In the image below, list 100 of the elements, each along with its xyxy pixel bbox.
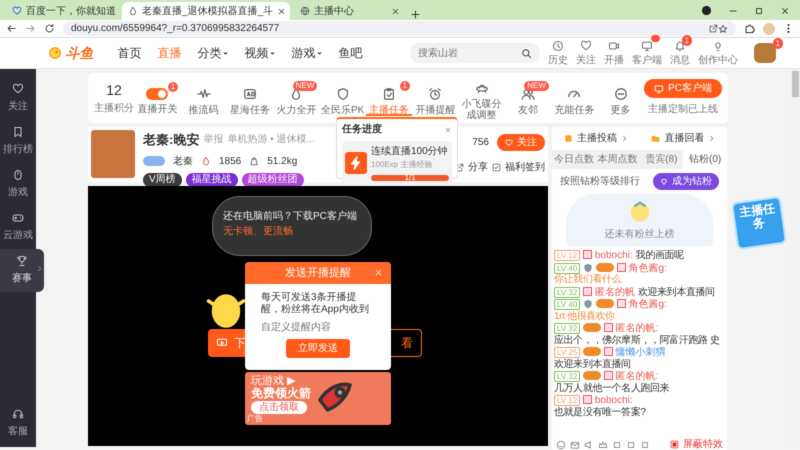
- task-name: 连续直播100分钟: [371, 144, 449, 159]
- level-tag: LV 12: [554, 395, 580, 406]
- nav-link[interactable]: 游戏: [292, 44, 322, 62]
- level-tag: LV 40: [554, 299, 580, 310]
- panel-link[interactable]: 主播投稿: [564, 131, 628, 146]
- toolbar-item[interactable]: 充能任务: [551, 80, 598, 116]
- nav-link[interactable]: 视频: [244, 44, 276, 62]
- toolbar-item[interactable]: 更多: [598, 80, 644, 116]
- level-tag: LV 32: [554, 286, 580, 298]
- host-name: 老秦: [173, 154, 193, 168]
- message-text: 应出个，，佛尔摩斯，，阿富汗跑路 史: [554, 334, 720, 346]
- panel-link[interactable]: 直播回看: [651, 131, 716, 146]
- user-name[interactable]: 慵懒小刺猬: [616, 347, 666, 358]
- ranking-tab[interactable]: 今日点数: [552, 150, 596, 169]
- dialog-title: 发送开播提醒: [285, 266, 351, 281]
- message-text: 我的画面呢: [636, 250, 684, 262]
- action-label[interactable]: 开播: [604, 56, 624, 66]
- sidebar-item[interactable]: 游戏: [0, 163, 36, 206]
- send-button[interactable]: 立即发送: [286, 339, 350, 358]
- pc-client-button[interactable]: PC客户端: [644, 79, 722, 98]
- sidebar-item[interactable]: 排行榜: [0, 120, 36, 163]
- level-tag: LV 40: [554, 262, 580, 274]
- user-name[interactable]: 角色酱g:: [628, 262, 667, 274]
- score-label: 主播积分: [94, 102, 134, 116]
- nav-link[interactable]: 首页: [118, 44, 142, 62]
- nav-link[interactable]: 直播: [158, 44, 182, 62]
- streamer-name: 老秦:晚安: [143, 131, 200, 149]
- action-label[interactable]: 历史: [548, 56, 568, 66]
- tag-pill[interactable]: 福星挑战: [186, 172, 238, 186]
- message-text: 欢迎来到本直播间: [638, 286, 715, 298]
- user-name[interactable]: bobochi:: [594, 395, 633, 406]
- level-tag: LV 25: [554, 347, 580, 358]
- sidebar-item[interactable]: 关注: [0, 77, 36, 120]
- action-label[interactable]: 客户端: [632, 56, 662, 66]
- user-name[interactable]: 角色酱g:: [628, 299, 667, 310]
- follow-button[interactable]: 关注: [497, 134, 545, 151]
- toolbar-item[interactable]: 开播提醒: [412, 80, 458, 116]
- support-item[interactable]: 客服: [0, 402, 36, 447]
- ad-headline: 玩游戏 ▶: [251, 375, 296, 387]
- task-reward: 100Exp 主播经验: [371, 159, 434, 171]
- toolbar-item[interactable]: 星海任务: [226, 80, 273, 116]
- join-button[interactable]: 成为钻粉: [653, 173, 719, 190]
- popup-title: 任务进度: [342, 122, 382, 137]
- action-label[interactable]: 关注: [576, 56, 596, 66]
- user-name[interactable]: bobochi:: [594, 250, 633, 261]
- notification-badge: 1: [772, 38, 783, 49]
- category-text: 单机热游 • 退休模...: [227, 132, 315, 148]
- message-text: 也就是没有唯一答案?: [554, 406, 646, 418]
- rank-note: 按照钻粉等级排行: [560, 174, 640, 189]
- progress-text: 1/1: [404, 172, 416, 184]
- message-text: 你让我们看什么: [554, 274, 622, 286]
- tag-pill[interactable]: 超级粉丝团: [242, 172, 304, 186]
- address-field[interactable]: douyu.com/6559964?_r=0.3706995832264577: [63, 21, 736, 36]
- shield-effects-toggle[interactable]: 屏蔽特效: [670, 437, 723, 450]
- browser-tab[interactable]: 老秦直播_退休模拟器直播_斗: [122, 2, 290, 20]
- action-label[interactable]: 创作中心: [698, 56, 738, 66]
- level-tag: LV 32: [554, 323, 580, 334]
- toolbar-item[interactable]: 全民乐PK: [320, 80, 366, 116]
- user-name[interactable]: 匿名的帆:: [616, 371, 658, 382]
- user-name[interactable]: 匿名的帆:: [616, 323, 658, 334]
- sidebar-item[interactable]: 赛事: [0, 249, 44, 292]
- message-text: 几万人就他一个名人跑回来: [554, 382, 670, 394]
- user-name[interactable]: 匿名的帆: [594, 286, 635, 298]
- nav-link[interactable]: 分类: [198, 44, 228, 62]
- level-tag: LV 32: [554, 371, 580, 382]
- toolbar-item[interactable]: 1 直播开关: [134, 82, 180, 114]
- level-tag: LV 12: [554, 250, 580, 261]
- browser-tab[interactable]: 主播中心: [294, 2, 406, 20]
- toolbar-item[interactable]: NEW 火力全开: [273, 80, 320, 116]
- notification-badge: 1: [168, 82, 178, 92]
- report-link[interactable]: 举报: [203, 132, 224, 148]
- sidebar-item[interactable]: 云游戏: [0, 206, 36, 249]
- tag-pill[interactable]: V周榜: [143, 172, 182, 186]
- ad-banner[interactable]: 玩游戏 ▶ 免费领火箭 点击领取 广告: [245, 372, 391, 425]
- action-label[interactable]: 消息: [670, 56, 690, 66]
- bubble-text: 还在电脑前吗？下载PC客户端: [223, 210, 358, 224]
- client-note: 主播定制已上线: [648, 102, 718, 117]
- toolbar-item[interactable]: NEW 友邻: [504, 80, 551, 116]
- bubble-subtext: 无卡顿、更流畅: [223, 224, 294, 239]
- notification-badge: NEW: [292, 80, 318, 90]
- dialog-message: 每天可发送3条开播提醒，粉丝将在App内收到: [261, 292, 370, 316]
- follower-count: 756: [472, 136, 489, 150]
- notification-badge: 1: [400, 80, 410, 90]
- score-value: 12: [106, 81, 122, 100]
- heat-count: 1856: [219, 154, 242, 168]
- ad-headline: 免费领火箭: [251, 387, 311, 401]
- toolbar-item[interactable]: 小飞碟分成调整: [458, 75, 505, 121]
- message-text: 欢迎来到本直播间: [554, 358, 631, 370]
- browser-tab[interactable]: 百度一下，你就知道: [6, 2, 118, 20]
- message-text: 1rt 他很喜欢你: [554, 310, 615, 322]
- checkin-link[interactable]: 福利签到: [492, 160, 545, 175]
- search-field[interactable]: 搜索山岩: [410, 43, 540, 63]
- ranking-tab[interactable]: 贵宾(8): [640, 150, 684, 169]
- nav-link[interactable]: 鱼吧: [338, 44, 362, 62]
- claim-button[interactable]: 点击领取: [251, 400, 307, 414]
- empty-text: 还未有粉丝上榜: [604, 228, 674, 242]
- ranking-tab[interactable]: 本周点数: [596, 150, 640, 169]
- notification-badge: NEW: [524, 80, 549, 90]
- toolbar-item[interactable]: 推流码: [180, 80, 227, 116]
- weight-count: 51.2kg: [267, 154, 298, 168]
